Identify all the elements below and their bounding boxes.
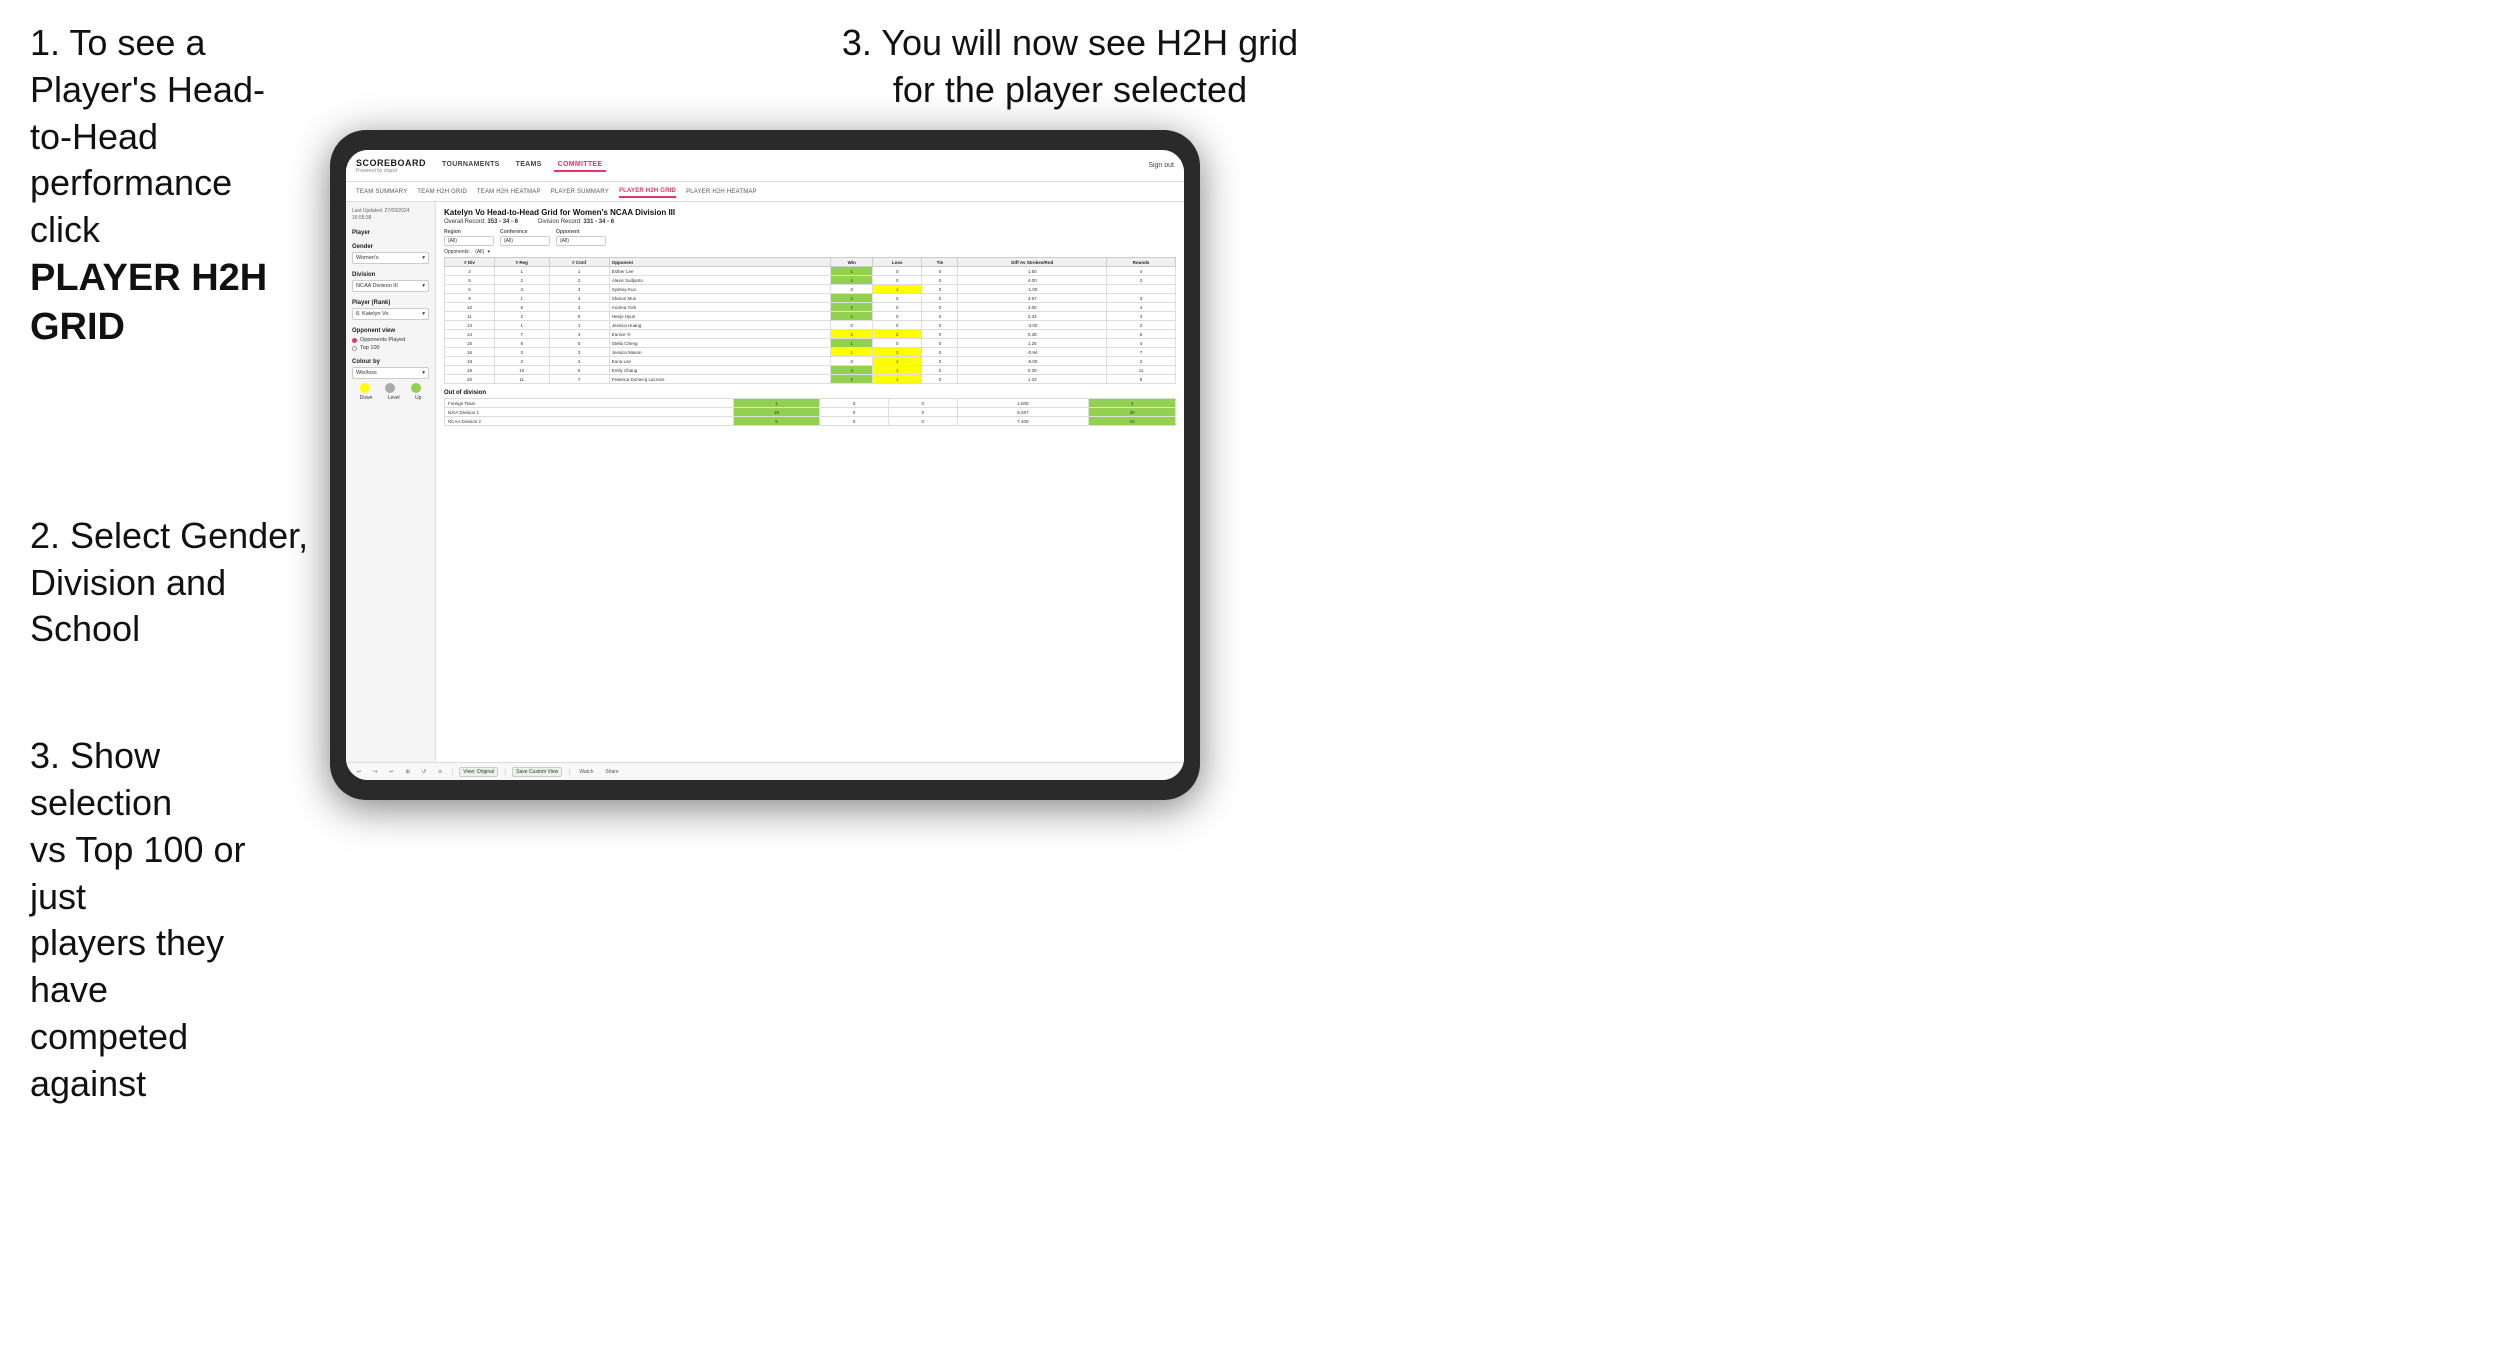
- col-conf: # Conf: [549, 258, 609, 267]
- opponent-view-section: Opponent view Opponents Played Top 100: [352, 328, 429, 351]
- sub-nav-team-h2h[interactable]: TEAM H2H GRID: [417, 187, 467, 197]
- watch-btn[interactable]: Watch: [576, 768, 596, 776]
- gender-label: Gender: [352, 244, 429, 250]
- grid-panel: Katelyn Vo Head-to-Head Grid for Women's…: [436, 202, 1184, 780]
- bottom-toolbar: ↩ ↪ ↩ ⊞ ↺ ⊙ | View: Original | Save Cust…: [436, 762, 1184, 780]
- region-dropdown[interactable]: (All): [444, 236, 494, 246]
- col-div: # Div: [445, 258, 495, 267]
- tablet-frame: SCOREBOARD Powered by clippd TOURNAMENTS…: [330, 130, 1200, 800]
- col-win: Win: [831, 258, 873, 267]
- division-dropdown[interactable]: NCAA Division III ▾: [352, 280, 429, 292]
- grid-title: Katelyn Vo Head-to-Head Grid for Women's…: [444, 208, 1176, 217]
- table-row: 9 1 4 Sharon Mun 1 0 0 3.67 3: [445, 294, 1176, 303]
- step3b-block: 3. Show selection vs Top 100 or just pla…: [30, 733, 310, 1107]
- table-row: 3 1 1 Esther Lee 1 0 0 1.50 4: [445, 267, 1176, 276]
- sub-nav-player-h2h[interactable]: PLAYER H2H GRID: [619, 186, 676, 198]
- col-opponent: Opponent: [609, 258, 831, 267]
- player-section: Player: [352, 230, 429, 236]
- nav-items: TOURNAMENTS TEAMS COMMITTEE: [438, 159, 1148, 172]
- toolbar-btn5[interactable]: ⊙: [436, 768, 445, 776]
- grid-records: Overall Record: 353 - 34 - 6 Division Re…: [444, 219, 1176, 225]
- nav-teams[interactable]: TEAMS: [512, 159, 546, 172]
- player-rank-dropdown[interactable]: 8. Katelyn Vo ▾: [352, 308, 429, 320]
- step1-block: 1. To see a Player's Head- to-Head perfo…: [30, 20, 310, 353]
- logo-text: SCOREBOARD: [356, 158, 426, 168]
- division-section: Division NCAA Division III ▾: [352, 272, 429, 292]
- table-row: 18 2 2 Euna Lee 0 1 0 -5.00 2: [445, 357, 1176, 366]
- gender-dropdown[interactable]: Women's ▾: [352, 252, 429, 264]
- sub-nav-team-summary[interactable]: TEAM SUMMARY: [356, 187, 407, 197]
- tablet-screen: SCOREBOARD Powered by clippd TOURNAMENTS…: [346, 150, 1184, 780]
- table-row: 5 2 2 Alexis Sudjanto 1 0 0 4.00 3: [445, 276, 1176, 285]
- radio-dot-top100: [352, 346, 357, 351]
- out-of-division-title: Out of division: [444, 390, 1176, 396]
- navbar: SCOREBOARD Powered by clippd TOURNAMENTS…: [346, 150, 1184, 182]
- last-updated: Last Updated: 27/03/2024 16:55:38: [352, 208, 429, 222]
- logo-area: SCOREBOARD Powered by clippd: [356, 158, 426, 174]
- step2-block: 2. Select Gender, Division and School: [30, 513, 310, 653]
- col-rounds: Rounds: [1107, 258, 1176, 267]
- table-row: 19 10 6 Emily Chang 4 1 0 0.30 11: [445, 366, 1176, 375]
- colour-legend-section: Colour by Win/loss ▾ Down Level Up: [352, 359, 429, 401]
- player-label: Player: [352, 230, 429, 236]
- player-rank-section: Player (Rank) 8. Katelyn Vo ▾: [352, 300, 429, 320]
- player-rank-label: Player (Rank): [352, 300, 429, 306]
- sub-nav-player-heatmap[interactable]: PLAYER H2H HEATMAP: [686, 187, 757, 197]
- conference-filter: Conference (All): [500, 229, 550, 246]
- colour-up: [411, 383, 421, 393]
- col-reg: # Reg: [494, 258, 549, 267]
- nav-committee[interactable]: COMMITTEE: [554, 159, 607, 172]
- view-original-btn[interactable]: View: Original: [459, 767, 498, 777]
- out-table-row: NCAA Division 2 5 0 0 7.400 10: [445, 417, 1176, 426]
- radio-dot-opponents: [352, 338, 357, 343]
- col-diff: Diff Av Strokes/Rnd: [958, 258, 1107, 267]
- colour-labels: Down Level Up: [352, 395, 429, 401]
- sign-out-link[interactable]: Sign out: [1148, 162, 1174, 169]
- radio-opponents-played[interactable]: Opponents Played: [352, 337, 429, 343]
- sidebar: Last Updated: 27/03/2024 16:55:38 Player…: [346, 202, 436, 780]
- sub-nav-team-heatmap[interactable]: TEAM H2H HEATMAP: [477, 187, 541, 197]
- step3a-block: 3. You will now see H2H grid for the pla…: [760, 20, 1380, 114]
- out-table-row: NAIA Division 1 15 0 0 9.267 30: [445, 408, 1176, 417]
- logo-sub: Powered by clippd: [356, 168, 426, 174]
- radio-group: Opponents Played Top 100: [352, 337, 429, 351]
- colour-level: [385, 383, 395, 393]
- h2h-table: # Div # Reg # Conf Opponent Win Loss Tie…: [444, 257, 1176, 384]
- sub-navbar: TEAM SUMMARY TEAM H2H GRID TEAM H2H HEAT…: [346, 182, 1184, 202]
- table-row: 13 1 1 Jessica Huang 0 0 0 -3.00 2: [445, 321, 1176, 330]
- share-btn[interactable]: Share: [602, 768, 621, 776]
- colour-down: [360, 383, 370, 393]
- nav-tournaments[interactable]: TOURNAMENTS: [438, 159, 504, 172]
- table-row: 16 3 3 Jessica Mason 1 2 0 -0.94 7: [445, 348, 1176, 357]
- opponent-filter: Opponent (All): [556, 229, 606, 246]
- out-of-division: Out of division Foreign Team 1 0 0 4.500…: [444, 390, 1176, 426]
- opponent-dropdown[interactable]: (All): [556, 236, 606, 246]
- out-table: Foreign Team 1 0 0 4.500 2 NAIA Division…: [444, 398, 1176, 426]
- col-tie: Tie: [922, 258, 958, 267]
- save-custom-btn[interactable]: Save Custom View: [512, 767, 562, 777]
- region-filter: Region (All): [444, 229, 494, 246]
- colour-row: [352, 383, 429, 393]
- table-row: 11 2 5 Heejo Hyun 1 0 0 3.33 3: [445, 312, 1176, 321]
- gender-section: Gender Women's ▾: [352, 244, 429, 264]
- out-table-row: Foreign Team 1 0 0 4.500 2: [445, 399, 1176, 408]
- table-row: 10 6 3 Andrea York 2 0 0 4.00 4: [445, 303, 1176, 312]
- table-row: 15 8 5 Stella Cheng 1 0 0 1.25 4: [445, 339, 1176, 348]
- main-content: Last Updated: 27/03/2024 16:55:38 Player…: [346, 202, 1184, 780]
- left-instructions: 1. To see a Player's Head- to-Head perfo…: [0, 0, 340, 1156]
- table-row: 20 11 7 Federica Domecq Lacroze 2 1 0 1.…: [445, 375, 1176, 384]
- radio-top100[interactable]: Top 100: [352, 345, 429, 351]
- opponents-label-row: Opponents: (All) ▾: [444, 249, 1176, 255]
- sub-nav-player-summary[interactable]: PLAYER SUMMARY: [551, 187, 609, 197]
- opponent-view-label: Opponent view: [352, 328, 429, 334]
- colour-by-label: Colour by: [352, 359, 429, 365]
- division-label: Division: [352, 272, 429, 278]
- filter-row: Region (All) Conference (All) Opponent: [444, 229, 1176, 246]
- colour-by-dropdown[interactable]: Win/loss ▾: [352, 367, 429, 379]
- col-loss: Loss: [873, 258, 922, 267]
- conference-dropdown[interactable]: (All): [500, 236, 550, 246]
- table-row: 6 3 3 Sydney Kuo 0 1 0 -1.00: [445, 285, 1176, 294]
- table-row: 14 7 4 Eunice Yi 2 2 0 0.38 9: [445, 330, 1176, 339]
